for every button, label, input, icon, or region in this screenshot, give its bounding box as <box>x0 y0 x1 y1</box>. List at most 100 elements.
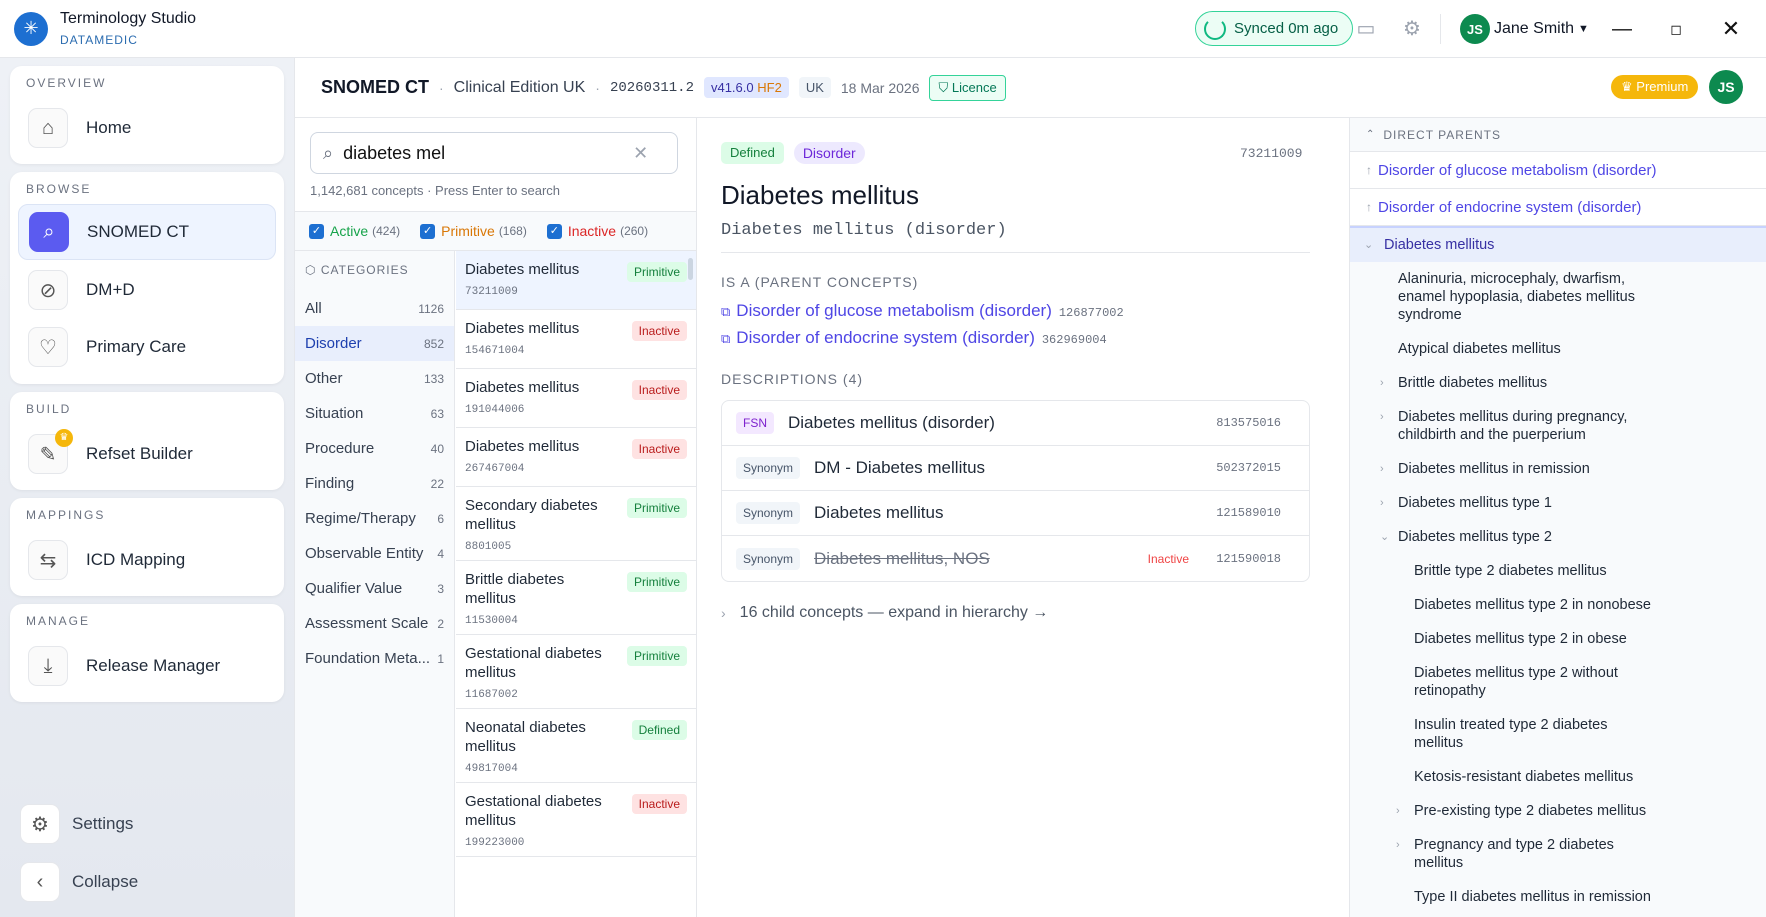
search-box[interactable]: ⌕ ✕ <box>310 132 678 174</box>
status-badge: Defined <box>631 720 687 740</box>
description-row[interactable]: Synonym DM - Diabetes mellitus 502372015 <box>722 446 1309 491</box>
gear-icon[interactable]: ⚙ <box>1400 17 1424 41</box>
tree-node[interactable]: Type II diabetes mellitus in remission <box>1350 880 1766 914</box>
licence-badge[interactable]: ⛉ Licence <box>929 74 1006 101</box>
tree-node[interactable]: Diabetes mellitus type 2 in obese <box>1350 622 1766 656</box>
result-item[interactable]: Secondary diabetes mellitus 8801005 Primit… <box>456 487 696 561</box>
chat-icon[interactable]: ▭ <box>1354 17 1378 41</box>
result-item[interactable]: Diabetes mellitus 154671004 Inactive <box>456 310 696 369</box>
tree-node[interactable]: ⌄ Diabetes mellitus type 2 <box>1350 520 1766 554</box>
checkbox[interactable]: ✓ <box>420 223 436 239</box>
child-concepts-link[interactable]: › 16 child concepts — expand in hierarch… <box>721 604 1048 622</box>
result-item[interactable]: Gestational diabetes mellitus 199223000 In… <box>456 783 696 857</box>
sidebar-item-icd-mapping[interactable]: ⇆ ICD Mapping <box>18 532 276 588</box>
result-item[interactable]: Gestational diabetes mellitus 11687002 Pri… <box>456 635 696 709</box>
parent-name: Disorder of endocrine system (disorder) <box>736 328 1035 347</box>
category-item[interactable]: Observable Entity 4 <box>295 536 454 571</box>
sidebar-item-refset-builder[interactable]: ✎ ♛ Refset Builder <box>18 426 276 482</box>
tree-node[interactable]: Diabetes mellitus type 2 in nonobese <box>1350 588 1766 622</box>
tree-node[interactable]: Brittle type 2 diabetes mellitus <box>1350 554 1766 588</box>
category-count: 4 <box>437 546 444 561</box>
tree-node[interactable]: › Pregnancy and type 2 diabetes mellitus <box>1350 828 1766 880</box>
category-item[interactable]: Other 133 <box>295 361 454 396</box>
result-id: 154671004 <box>465 345 525 357</box>
tree-node[interactable]: Diabetes mellitus type 2 without retinop… <box>1350 656 1766 708</box>
category-item[interactable]: Qualifier Value 3 <box>295 571 454 606</box>
result-item[interactable]: Neonatal diabetes mellitus 49817004 Define… <box>456 709 696 783</box>
category-name: Foundation Meta... <box>305 650 431 667</box>
app-logo-icon: ✳ <box>14 11 48 46</box>
concept-id[interactable]: 73211009 <box>1240 146 1302 161</box>
tree-node[interactable]: Insulin treated type 2 diabetes mellitus <box>1350 708 1766 760</box>
settings-label: Settings <box>72 814 134 833</box>
description-row[interactable]: Synonym Diabetes mellitus 121589010 <box>722 491 1309 536</box>
tree-node-label: Diabetes mellitus type 2 in obese <box>1414 631 1627 647</box>
tree-node[interactable]: › Diabetes mellitus during pregnancy, chi… <box>1350 400 1766 452</box>
minimize-button[interactable]: — <box>1607 14 1637 44</box>
tree-parent-node[interactable]: ↑ Disorder of endocrine system (disorder) <box>1350 189 1766 226</box>
sidebar-item-primary-care[interactable]: ♡ Primary Care <box>18 319 276 375</box>
direct-parents-heading[interactable]: ⌃ DIRECT PARENTS <box>1350 118 1766 152</box>
filter-primitive[interactable]: ✓ Primitive (168) <box>420 223 527 239</box>
result-item[interactable]: Brittle diabetes mellitus 11530004 Primiti… <box>456 561 696 635</box>
tree-parent-node[interactable]: ↑ Disorder of glucose metabolism (disorde… <box>1350 152 1766 189</box>
tree-node[interactable]: Ketosis-resistant diabetes mellitus <box>1350 760 1766 794</box>
sidebar-item-snomed[interactable]: ⌕ SNOMED CT <box>18 204 276 260</box>
description-term: DM - Diabetes mellitus <box>814 458 986 477</box>
category-item[interactable]: Disorder 852 <box>295 326 454 361</box>
sync-status-button[interactable]: Synced 0m ago <box>1195 11 1354 46</box>
sidebar-item-dmd[interactable]: ⊘ DM+D <box>18 262 276 318</box>
result-id: 11530004 <box>465 615 518 627</box>
tree-node[interactable]: Atypical diabetes mellitus <box>1350 332 1766 366</box>
category-item[interactable]: Foundation Meta... 1 <box>295 641 454 676</box>
collapse-button[interactable]: ‹ Collapse <box>20 862 138 902</box>
tree-node-label: Atypical diabetes mellitus <box>1398 341 1561 357</box>
sidebar-item-label: Release Manager <box>86 656 221 675</box>
category-item[interactable]: Regime/Therapy 6 <box>295 501 454 536</box>
parent-link[interactable]: ⧉ Disorder of endocrine system (disorder)… <box>721 328 1107 348</box>
filter-active[interactable]: ✓ Active (424) <box>309 223 400 239</box>
settings-button[interactable]: ⚙ Settings <box>20 804 133 844</box>
parent-link[interactable]: ⧉ Disorder of glucose metabolism (disorde… <box>721 301 1124 321</box>
category-item[interactable]: Finding 22 <box>295 466 454 501</box>
tree-node[interactable]: › Diabetes mellitus type 1 <box>1350 486 1766 520</box>
description-row[interactable]: Synonym Diabetes mellitus, NOS Inactive 121… <box>722 536 1309 581</box>
clear-icon[interactable]: ✕ <box>633 143 648 164</box>
filter-inactive[interactable]: ✓ Inactive (260) <box>546 223 648 239</box>
premium-badge[interactable]: ♛ Premium <box>1611 75 1699 99</box>
result-item[interactable]: Diabetes mellitus 73211009 Primitive <box>456 251 696 310</box>
avatar[interactable]: JS <box>1709 70 1743 104</box>
maximize-button[interactable]: ◻ <box>1661 14 1691 44</box>
tree-node[interactable]: › Brittle diabetes mellitus <box>1350 366 1766 400</box>
tree-node-label: Insulin treated type 2 diabetes mellitus <box>1414 717 1608 751</box>
category-item[interactable]: Procedure 40 <box>295 431 454 466</box>
status-badge: Inactive <box>631 380 687 400</box>
tree-node-label: Brittle type 2 diabetes mellitus <box>1414 563 1607 579</box>
tree-node[interactable]: Alaninuria, microcephaly, dwarfism, enam… <box>1350 262 1766 332</box>
category-item[interactable]: Assessment Scale 2 <box>295 606 454 641</box>
category-item[interactable]: Situation 63 <box>295 396 454 431</box>
tree-node[interactable]: › Diabetes mellitus in remission <box>1350 452 1766 486</box>
filter-count: (424) <box>372 224 401 238</box>
sidebar-item-release-manager[interactable]: ⤓ Release Manager <box>18 638 276 694</box>
category-item[interactable]: All 1126 <box>295 291 454 326</box>
tree-current-node[interactable]: ⌄ Diabetes mellitus <box>1350 226 1766 262</box>
category-count: 3 <box>437 581 444 596</box>
page-title: SNOMED CT <box>321 77 429 97</box>
description-row[interactable]: FSN Diabetes mellitus (disorder) 813575016 <box>722 401 1309 446</box>
release-id: 20260311.2 <box>609 79 694 96</box>
result-item[interactable]: Diabetes mellitus 191044006 Inactive <box>456 369 696 428</box>
sync-status-label: Synced 0m ago <box>1234 20 1339 37</box>
sidebar-item-label: Home <box>86 118 132 137</box>
status-badge: Inactive <box>631 321 687 341</box>
checkbox[interactable]: ✓ <box>309 223 324 239</box>
chevron-icon: › <box>1380 411 1384 423</box>
scrollbar[interactable] <box>688 258 693 280</box>
close-button[interactable]: ✕ <box>1716 14 1746 44</box>
tree-node[interactable]: › Pre-existing type 2 diabetes mellitus <box>1350 794 1766 828</box>
result-item[interactable]: Diabetes mellitus 267467004 Inactive <box>456 428 696 487</box>
user-menu[interactable]: JS Jane Smith ▼ <box>1460 14 1589 44</box>
search-input[interactable] <box>343 142 634 164</box>
checkbox[interactable]: ✓ <box>546 223 562 239</box>
sidebar-item-home[interactable]: ⌂ Home <box>18 100 276 156</box>
